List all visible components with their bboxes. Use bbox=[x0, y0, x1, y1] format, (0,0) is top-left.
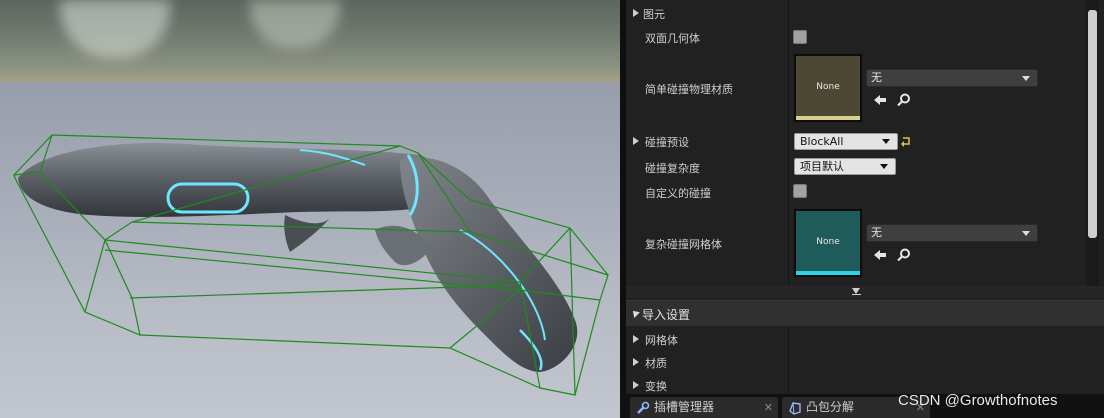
chevron-down-icon bbox=[880, 164, 888, 169]
column-divider[interactable] bbox=[788, 0, 789, 288]
collision-presets-value: BlockAll bbox=[800, 135, 844, 148]
advanced-expander[interactable] bbox=[626, 286, 1104, 298]
double-sided-geometry-label: 双面几何体 bbox=[645, 32, 700, 45]
chevron-down-icon bbox=[882, 139, 890, 144]
simple-collision-material-combo[interactable]: 无 bbox=[866, 69, 1038, 87]
complex-collision-mesh-value: 无 bbox=[871, 226, 882, 239]
scrollbar-thumb[interactable] bbox=[1088, 10, 1097, 238]
import-item-transform[interactable]: 变换 bbox=[645, 378, 667, 394]
double-sided-geometry-checkbox[interactable] bbox=[793, 30, 807, 44]
simple-collision-material-value: 无 bbox=[871, 71, 882, 84]
expand-advanced-icon-bar bbox=[852, 294, 861, 295]
expand-arrow-icon[interactable] bbox=[633, 358, 639, 366]
controller-grip bbox=[400, 157, 578, 372]
reset-arrow-icon[interactable] bbox=[900, 134, 912, 148]
expand-arrow-icon[interactable] bbox=[633, 335, 639, 343]
tab-label: 插槽管理器 bbox=[654, 400, 715, 414]
chevron-down-icon bbox=[1022, 76, 1030, 81]
thumbnail-none-label: None bbox=[816, 82, 840, 92]
complex-collision-mesh-label: 复杂碰撞网格体 bbox=[645, 238, 722, 251]
column-divider[interactable] bbox=[788, 326, 789, 394]
browse-arrow-icon[interactable] bbox=[872, 92, 888, 108]
collision-presets-combo[interactable]: BlockAll bbox=[794, 133, 898, 150]
collision-complexity-label: 碰撞复杂度 bbox=[645, 162, 700, 175]
chevron-down-icon bbox=[1022, 231, 1030, 236]
expand-arrow-icon[interactable] bbox=[633, 137, 639, 145]
import-settings-title: 导入设置 bbox=[642, 308, 691, 322]
browse-arrow-icon[interactable] bbox=[872, 247, 888, 263]
tab-socket-manager[interactable]: 插槽管理器 ✕ bbox=[630, 397, 778, 418]
asset-type-bar bbox=[796, 271, 860, 275]
collision-complexity-value: 项目默认 bbox=[800, 160, 844, 173]
collision-complexity-combo[interactable]: 项目默认 bbox=[794, 158, 896, 175]
collision-presets-label: 碰撞预设 bbox=[645, 136, 689, 149]
mesh-thumbnail[interactable]: None bbox=[794, 209, 862, 277]
simple-collision-material-label: 简单碰撞物理材质 bbox=[645, 83, 733, 96]
custom-collision-checkbox[interactable] bbox=[793, 184, 807, 198]
controller-barrel bbox=[18, 143, 442, 217]
asset-type-bar bbox=[796, 116, 860, 120]
search-icon[interactable] bbox=[896, 92, 912, 108]
tab-label: 凸包分解 bbox=[806, 400, 855, 414]
import-item-mesh[interactable]: 网格体 bbox=[645, 332, 678, 348]
thumbnail-none-label: None bbox=[816, 237, 840, 247]
search-icon[interactable] bbox=[896, 247, 912, 263]
group-primitives-label[interactable]: 图元 bbox=[643, 6, 665, 22]
wrench-icon bbox=[637, 401, 650, 414]
custom-collision-label: 自定义的碰撞 bbox=[645, 187, 711, 200]
material-thumbnail[interactable]: None bbox=[794, 54, 862, 122]
complex-collision-mesh-combo[interactable]: 无 bbox=[866, 224, 1038, 242]
expand-arrow-icon[interactable] bbox=[633, 381, 639, 389]
controller-trigger bbox=[284, 215, 330, 252]
close-icon[interactable]: ✕ bbox=[764, 397, 773, 418]
hull-icon bbox=[789, 402, 801, 415]
3d-viewport[interactable] bbox=[0, 0, 620, 418]
expand-arrow-icon[interactable] bbox=[633, 9, 639, 17]
import-item-material[interactable]: 材质 bbox=[645, 355, 667, 371]
mesh-preview bbox=[13, 134, 609, 396]
watermark: CSDN @Growthofnotes bbox=[898, 392, 1058, 409]
import-settings-header[interactable] bbox=[626, 300, 1104, 326]
